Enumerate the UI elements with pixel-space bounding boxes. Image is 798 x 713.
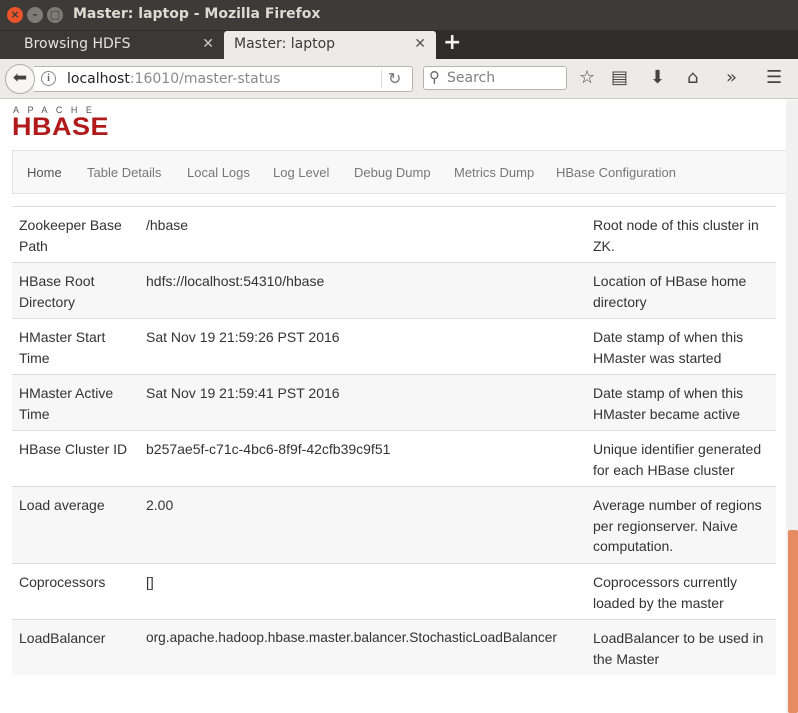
table-row: HBase Cluster ID b257ae5f-c71c-4bc6-8f9f… <box>12 430 776 486</box>
attribute-description: Coprocessors currently loaded by the mas… <box>593 574 737 611</box>
attribute-description: Root node of this cluster in ZK. <box>593 217 759 254</box>
menu-debug-dump[interactable]: Debug Dump <box>354 165 431 180</box>
table-row: HMaster Start Time Sat Nov 19 21:59:26 P… <box>12 318 776 374</box>
download-arrow-icon[interactable]: ⬇ <box>650 67 665 89</box>
menu-table-details[interactable]: Table Details <box>87 165 161 180</box>
attribute-description: Average number of regions per regionserv… <box>593 497 762 554</box>
attribute-description: Date stamp of when this HMaster was star… <box>593 329 744 366</box>
menu-local-logs[interactable]: Local Logs <box>187 165 250 180</box>
attribute-value: 2.00 <box>146 497 174 513</box>
tab-close-icon[interactable]: ✕ <box>414 36 426 52</box>
hbase-logo[interactable]: APACHE HBASE <box>12 105 136 141</box>
attribute-description: Unique identifier generated for each HBa… <box>593 441 762 478</box>
attribute-name: Coprocessors <box>19 574 106 590</box>
tab-browsing-hdfs[interactable]: Browsing HDFS ✕ <box>0 31 224 59</box>
attribute-value: Sat Nov 19 21:59:41 PST 2016 <box>146 385 340 401</box>
attribute-value: /hbase <box>146 217 189 233</box>
attribute-name: Zookeeper Base Path <box>19 217 122 254</box>
logo-hbase-text: HBASE <box>12 113 110 141</box>
url-divider <box>381 70 382 88</box>
home-icon[interactable]: ⌂ <box>687 67 698 89</box>
window-close-button[interactable]: × <box>7 7 23 23</box>
tab-master-laptop[interactable]: Master: laptop ✕ <box>224 31 436 59</box>
window-maximize-button[interactable]: □ <box>47 7 63 23</box>
attribute-value: hdfs://localhost:54310/hbase <box>146 273 325 289</box>
search-box[interactable]: ⚲ <box>423 66 567 90</box>
attribute-description: Date stamp of when this HMaster became a… <box>593 385 744 422</box>
window-minimize-button[interactable]: – <box>27 7 43 23</box>
back-arrow-icon[interactable]: ⬅ <box>5 64 35 94</box>
reload-icon[interactable]: ↻ <box>388 69 401 88</box>
menu-metrics-dump[interactable]: Metrics Dump <box>454 165 534 180</box>
site-info-icon[interactable]: i <box>41 71 56 86</box>
page-content: APACHE HBASE Home Table Details Local Lo… <box>0 100 786 713</box>
table-row: Coprocessors [] Coprocessors currently l… <box>12 563 776 619</box>
table-row: Zookeeper Base Path /hbase Root node of … <box>12 206 776 262</box>
menu-home[interactable]: Home <box>27 165 62 180</box>
reading-list-icon[interactable]: ▤ <box>611 67 628 89</box>
attribute-name: Load average <box>19 497 105 513</box>
attribute-name: HBase Cluster ID <box>19 441 128 457</box>
bookmark-star-icon[interactable]: ☆ <box>579 67 595 89</box>
attribute-name: HMaster Active Time <box>19 385 114 422</box>
attribute-value: b257ae5f-c71c-4bc6-8f9f-42cfb39c9f51 <box>146 441 391 457</box>
new-tab-plus-icon[interactable]: + <box>443 31 461 55</box>
attribute-description: Location of HBase home directory <box>593 273 747 310</box>
url-text[interactable]: localhost:16010/master-status <box>67 71 280 87</box>
attribute-value: org.apache.hadoop.hbase.master.balancer.… <box>146 630 557 645</box>
attribute-name: LoadBalancer <box>19 630 106 646</box>
navigation-toolbar: i localhost:16010/master-status ↻ ⬅ ⚲ ☆ … <box>0 59 798 99</box>
attribute-name: HMaster Start Time <box>19 329 106 366</box>
hbase-nav-menu: Home Table Details Local Logs Log Level … <box>12 150 786 194</box>
url-bar[interactable]: i localhost:16010/master-status ↻ <box>34 66 413 92</box>
tab-close-icon[interactable]: ✕ <box>202 36 214 52</box>
table-row: HMaster Active Time Sat Nov 19 21:59:41 … <box>12 374 776 430</box>
window-title: Master: laptop - Mozilla Firefox <box>73 6 321 22</box>
page-scrollbar[interactable] <box>786 100 798 713</box>
tab-strip: Browsing HDFS ✕ Master: laptop ✕ <box>0 30 798 59</box>
window-titlebar: × – □ Master: laptop - Mozilla Firefox <box>0 0 798 30</box>
attribute-value: Sat Nov 19 21:59:26 PST 2016 <box>146 329 340 345</box>
table-row: HBase Root Directory hdfs://localhost:54… <box>12 262 776 318</box>
url-path: :16010/master-status <box>129 71 281 87</box>
attribute-description: LoadBalancer to be used in the Master <box>593 630 764 667</box>
url-host: localhost <box>67 71 130 87</box>
scrollbar-thumb[interactable] <box>788 530 798 713</box>
tab-label: Master: laptop <box>234 36 336 52</box>
hamburger-menu-icon[interactable]: ☰ <box>766 67 782 89</box>
table-row: Load average 2.00 Average number of regi… <box>12 486 776 563</box>
attribute-name: HBase Root Directory <box>19 273 95 310</box>
tab-label: Browsing HDFS <box>24 36 131 52</box>
menu-hbase-configuration[interactable]: HBase Configuration <box>556 165 676 180</box>
search-icon: ⚲ <box>429 68 440 86</box>
table-row: LoadBalancer org.apache.hadoop.hbase.mas… <box>12 619 776 675</box>
overflow-chevron-icon[interactable]: » <box>726 67 737 89</box>
attribute-value: [] <box>146 574 154 590</box>
search-input[interactable] <box>447 69 562 87</box>
menu-log-level[interactable]: Log Level <box>273 165 329 180</box>
